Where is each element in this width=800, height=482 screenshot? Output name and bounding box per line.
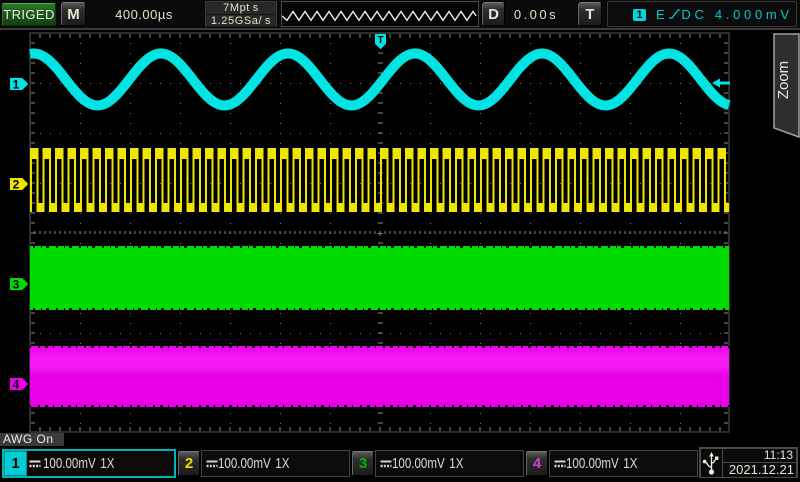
svg-text:1: 1 [13,78,20,92]
svg-text:Zoom: Zoom [775,61,792,99]
svg-text:3: 3 [13,278,20,292]
svg-text:4: 4 [13,378,20,392]
svg-text:T: T [377,35,383,46]
svg-text:2: 2 [13,178,20,192]
